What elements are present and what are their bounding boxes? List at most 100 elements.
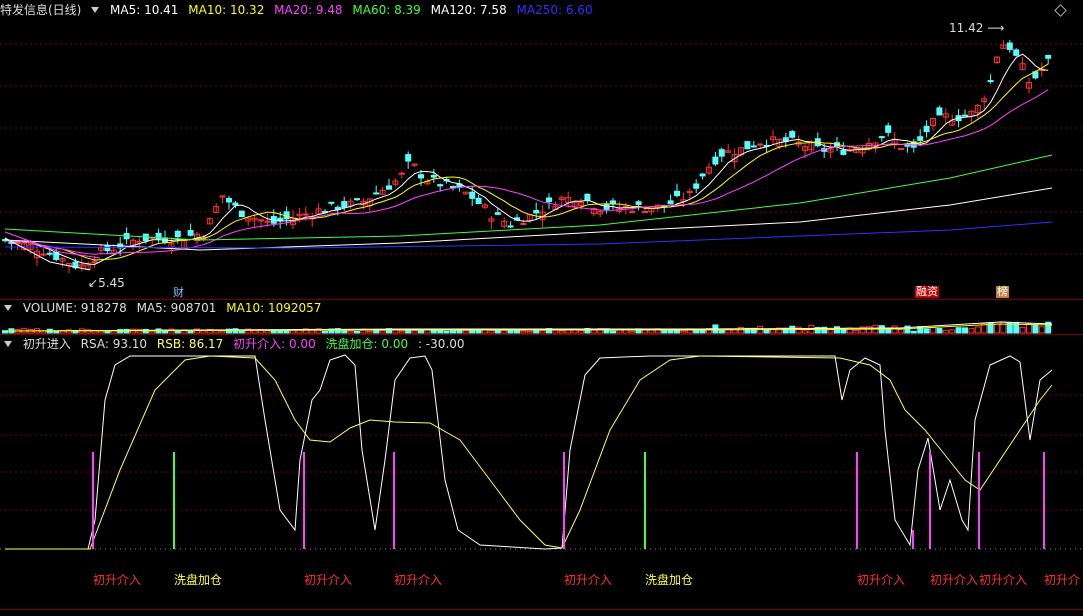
- volume-bar: [104, 330, 111, 334]
- candle-body: [232, 202, 239, 206]
- signal-label: 初升介入: [930, 573, 979, 587]
- signal-label: 初升介入: [394, 573, 443, 587]
- candle-body: [757, 143, 764, 146]
- volume-bar: [565, 329, 572, 334]
- volume-bar: [187, 330, 194, 334]
- candle-body: [398, 172, 405, 175]
- candle-body: [629, 210, 636, 213]
- signal-label: 初升介入: [979, 573, 1028, 587]
- event-tag-ranking[interactable]: 榜: [996, 286, 1009, 298]
- candle-body: [674, 190, 680, 197]
- stock-chart[interactable]: [0, 0, 1083, 616]
- volume-bar: [354, 330, 360, 334]
- candle-body: [264, 220, 271, 223]
- volume-bar: [53, 330, 60, 334]
- candle-body: [878, 136, 885, 139]
- volume-bar: [552, 329, 559, 334]
- volume-bar: [347, 330, 354, 334]
- volume-bar: [443, 330, 450, 334]
- volume-bar: [411, 330, 418, 334]
- volume-bar: [501, 329, 508, 334]
- candle-body: [898, 147, 904, 150]
- volume-bar: [558, 330, 565, 334]
- candle-body: [750, 145, 757, 148]
- signal-label: 初升介入: [857, 573, 906, 587]
- candle-body: [40, 253, 47, 256]
- volume-bar: [1032, 324, 1039, 334]
- volume-bar: [590, 329, 597, 334]
- ma250-line: [4, 221, 1053, 249]
- candle-body: [610, 200, 616, 204]
- volume-bar: [322, 330, 328, 334]
- candle-body: [1013, 49, 1020, 56]
- candle-body: [520, 223, 527, 226]
- volume-bar: [149, 330, 156, 334]
- signal-label: 洗盘加仓: [645, 573, 694, 587]
- event-tag-finance[interactable]: 财: [172, 287, 185, 299]
- signal-label: 初升介入: [304, 573, 353, 587]
- candle-body: [712, 156, 719, 165]
- candle-body: [789, 131, 796, 138]
- candle-body: [936, 107, 943, 116]
- volume-bar: [962, 327, 968, 334]
- event-tag-margin[interactable]: 融资: [915, 286, 939, 298]
- volume-bar: [802, 330, 808, 334]
- volume-bar: [379, 330, 386, 334]
- signal-label: 初升介: [1044, 573, 1081, 587]
- candle-body: [405, 154, 412, 162]
- volume-bar: [693, 330, 700, 334]
- volume-bar: [526, 330, 533, 334]
- candle-body: [187, 230, 194, 236]
- candle-body: [386, 185, 392, 190]
- candle-body: [437, 184, 444, 187]
- candle-body: [840, 149, 847, 155]
- volume-bar: [398, 330, 405, 334]
- candle-body: [174, 230, 181, 238]
- volume-bar: [968, 328, 975, 334]
- volume-bar: [98, 330, 104, 334]
- candle-body: [622, 205, 629, 208]
- candle-body: [546, 197, 552, 203]
- candle-body: [744, 141, 751, 150]
- candle-body: [693, 183, 700, 189]
- volume-bar: [366, 330, 373, 334]
- volume-bar: [405, 330, 412, 334]
- ma10-line: [4, 63, 1049, 261]
- candle-body: [104, 245, 111, 252]
- volume-bar: [264, 330, 271, 334]
- volume-bar: [219, 330, 226, 334]
- candle-body: [430, 174, 437, 178]
- volume-bar: [910, 330, 917, 334]
- volume-bar: [1038, 326, 1045, 334]
- signal-label: 洗盘加仓: [174, 573, 223, 587]
- volume-bar: [680, 330, 687, 334]
- candle-body: [603, 204, 610, 210]
- volume-bar: [462, 330, 469, 334]
- candle-body: [987, 80, 994, 83]
- volume-bar: [930, 327, 936, 334]
- volume-bar: [834, 326, 840, 334]
- volume-bar: [578, 330, 584, 334]
- volume-bar: [923, 328, 930, 334]
- candle-body: [635, 201, 642, 206]
- candle-body: [533, 209, 540, 214]
- candle-body: [507, 225, 514, 228]
- volume-bar: [1000, 321, 1007, 334]
- candle-body: [718, 149, 725, 157]
- candle-body: [667, 200, 674, 205]
- volume-bar: [994, 323, 1000, 334]
- volume-bar: [955, 327, 962, 334]
- candle-body: [328, 201, 335, 204]
- volume-bar: [661, 329, 668, 334]
- candle-body: [1006, 42, 1013, 50]
- candle-body: [450, 185, 456, 188]
- volume-bar: [494, 330, 501, 334]
- candle-body: [1045, 54, 1052, 59]
- volume-bar: [507, 330, 514, 334]
- volume-bar: [341, 330, 348, 334]
- volume-bar: [539, 330, 546, 334]
- candle-body: [494, 212, 501, 215]
- volume-bar: [1019, 326, 1026, 334]
- volume-bar: [853, 329, 860, 334]
- volume-bar: [1026, 323, 1032, 334]
